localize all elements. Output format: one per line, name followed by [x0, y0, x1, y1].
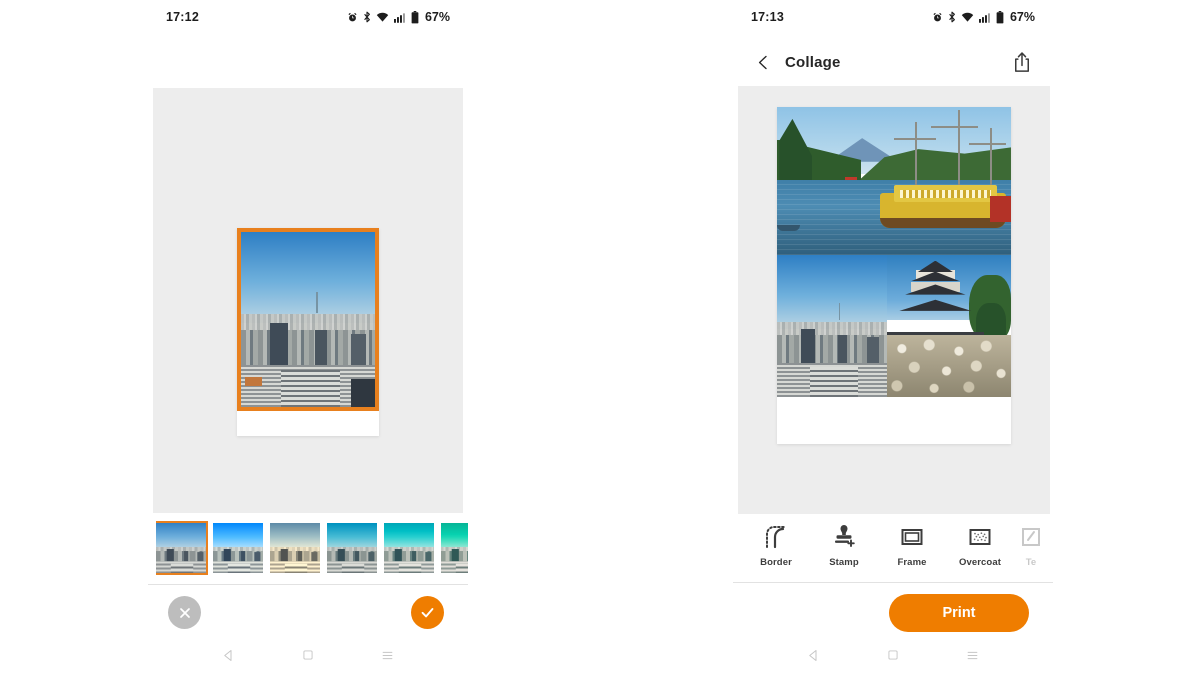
screenshot-canvas: 17:12 67% 17:13 67% Collage Border Stamp…: [0, 0, 1200, 675]
wifi-icon: [961, 12, 974, 22]
filter-thumb-sepia[interactable]: [270, 523, 320, 573]
back-button[interactable]: [751, 50, 775, 74]
back-icon[interactable]: [806, 648, 821, 668]
collage-cell-city[interactable]: [777, 255, 887, 397]
check-icon: [421, 608, 434, 618]
filter-thumb-teal[interactable]: [441, 523, 468, 573]
bluetooth-icon: [949, 11, 955, 23]
chevron-left-icon: [758, 55, 767, 69]
print-button[interactable]: Print: [889, 594, 1029, 632]
cityscape-artwork: [241, 232, 375, 407]
collage-card[interactable]: [777, 107, 1011, 444]
filter-thumb-original[interactable]: [156, 521, 208, 575]
frame-icon: [900, 524, 924, 550]
battery-percent: 67%: [424, 10, 450, 24]
cityscape-artwork: [777, 255, 887, 397]
battery-percent: 67%: [1009, 10, 1035, 24]
signal-icon: [393, 12, 405, 23]
status-icon-group: 67%: [347, 10, 450, 24]
tool-border[interactable]: Border: [742, 518, 810, 568]
page-title: Collage: [785, 53, 841, 71]
app-bar: Collage: [733, 40, 1053, 84]
tool-label: Frame: [897, 557, 927, 568]
share-button[interactable]: [1009, 49, 1035, 75]
status-bar: 17:13 67%: [733, 0, 1053, 34]
home-icon[interactable]: [301, 648, 315, 667]
tool-frame[interactable]: Frame: [878, 518, 946, 568]
tool-text[interactable]: Te: [1014, 518, 1048, 568]
signal-icon: [978, 12, 990, 23]
back-icon[interactable]: [221, 648, 236, 668]
collage-preview-stage: [738, 86, 1050, 514]
tool-label: Stamp: [829, 557, 859, 568]
filter-thumb-aqua[interactable]: [384, 523, 434, 573]
recents-icon[interactable]: [380, 648, 395, 668]
collage-grid: [777, 107, 1011, 397]
filter-thumb-cool[interactable]: [327, 523, 377, 573]
alarm-icon: [933, 12, 942, 21]
battery-icon: [996, 10, 1004, 23]
tool-label: Border: [760, 557, 792, 568]
border-icon: [764, 524, 788, 550]
tool-label: Te: [1025, 557, 1037, 568]
android-nav-bar: [733, 640, 1053, 675]
bluetooth-icon: [364, 11, 370, 23]
status-time: 17:12: [166, 10, 199, 24]
print-divider: [733, 582, 1053, 583]
action-bar: [148, 584, 468, 640]
home-icon[interactable]: [886, 648, 900, 667]
close-icon: [179, 607, 190, 618]
stamp-icon: [832, 524, 856, 550]
recents-icon[interactable]: [965, 648, 980, 668]
tool-overcoat[interactable]: Overcoat: [946, 518, 1014, 568]
castle-artwork: [887, 255, 1011, 397]
selected-photo[interactable]: [237, 228, 379, 411]
editor-toolbar[interactable]: Border Stamp Frame Overcoat Te: [733, 518, 1053, 580]
filter-thumb-vivid[interactable]: [213, 523, 263, 573]
right-phone-panel: 17:13 67% Collage Border Stamp Frame Ove…: [733, 0, 1053, 675]
lake-ship-artwork: [777, 107, 1011, 255]
wifi-icon: [376, 12, 389, 22]
cancel-button[interactable]: [168, 596, 201, 629]
tool-label: Overcoat: [959, 557, 1001, 568]
status-icon-group: 67%: [932, 10, 1035, 24]
alarm-icon: [348, 12, 357, 21]
status-bar: 17:12 67%: [148, 0, 468, 34]
share-icon: [1015, 52, 1029, 72]
collage-cell-castle[interactable]: [887, 255, 1011, 397]
battery-icon: [411, 10, 419, 23]
print-bar: Print: [733, 584, 1053, 640]
status-time: 17:13: [751, 10, 784, 24]
photo-card[interactable]: [237, 228, 379, 436]
left-phone-panel: 17:12 67%: [148, 0, 468, 675]
confirm-button[interactable]: [411, 596, 444, 629]
tool-stamp[interactable]: Stamp: [810, 518, 878, 568]
filter-thumbnail-strip[interactable]: [156, 519, 468, 577]
overcoat-icon: [968, 524, 992, 550]
photo-preview-stage: [153, 88, 463, 513]
android-nav-bar: [148, 640, 468, 675]
collage-cell-ship[interactable]: [777, 107, 1011, 255]
text-icon: [1019, 524, 1043, 550]
